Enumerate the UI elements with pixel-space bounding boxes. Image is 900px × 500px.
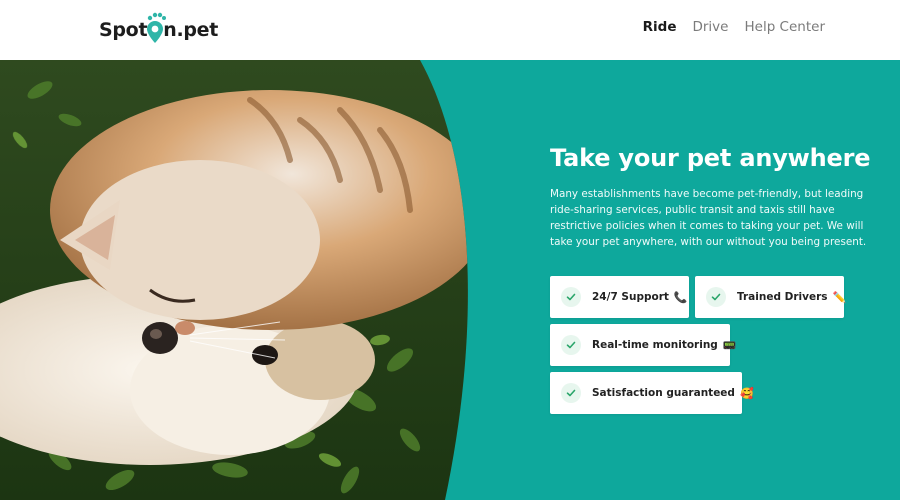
hero-section: Take your pet anywhere Many establishmen… xyxy=(0,60,900,500)
logo-text-spot: Spot xyxy=(99,19,148,41)
site-header: Spot n.pet Ride Drive Help Center xyxy=(0,0,900,60)
check-icon xyxy=(706,287,726,307)
pager-icon: 📟 xyxy=(722,338,737,352)
check-icon xyxy=(561,383,581,403)
feature-card-drivers: Trained Drivers ✏️ xyxy=(695,276,847,318)
feature-label: 24/7 Support xyxy=(592,291,669,303)
features-row: Real-time monitoring 📟 xyxy=(550,324,844,366)
hero-pet-photo xyxy=(0,60,468,500)
feature-card-support: 24/7 Support 📞 xyxy=(550,276,689,318)
feature-label: Satisfaction guaranteed xyxy=(592,387,735,399)
paw-prints-icon xyxy=(148,12,167,21)
smiling-face-icon: 🥰 xyxy=(739,386,754,400)
features-row: 24/7 Support 📞 Trained Drivers ✏️ xyxy=(550,276,847,318)
hero-content: Take your pet anywhere Many establishmen… xyxy=(550,144,880,250)
brand-logo[interactable]: Spot n.pet xyxy=(99,12,219,47)
location-pin-icon xyxy=(147,12,167,43)
main-nav: Ride Drive Help Center xyxy=(643,19,825,35)
feature-card-satisfaction: Satisfaction guaranteed 🥰 xyxy=(550,372,754,414)
feature-card-monitoring: Real-time monitoring 📟 xyxy=(550,324,737,366)
telephone-icon: 📞 xyxy=(673,290,688,304)
hero-title: Take your pet anywhere xyxy=(550,144,871,172)
nav-drive[interactable]: Drive xyxy=(692,19,728,35)
features-row: Satisfaction guaranteed 🥰 xyxy=(550,372,844,414)
hero-description: Many establishments have become pet-frie… xyxy=(550,188,867,248)
logo-text-npet: n.pet xyxy=(163,19,219,41)
check-icon xyxy=(561,287,581,307)
nav-help-center[interactable]: Help Center xyxy=(744,19,825,35)
pencil-icon: ✏️ xyxy=(832,290,847,304)
feature-label: Real-time monitoring xyxy=(592,339,718,351)
nav-ride[interactable]: Ride xyxy=(643,19,677,35)
check-icon xyxy=(561,335,581,355)
features-list: 24/7 Support 📞 Trained Drivers ✏️ Real-t… xyxy=(550,276,847,420)
feature-label: Trained Drivers xyxy=(737,291,828,303)
